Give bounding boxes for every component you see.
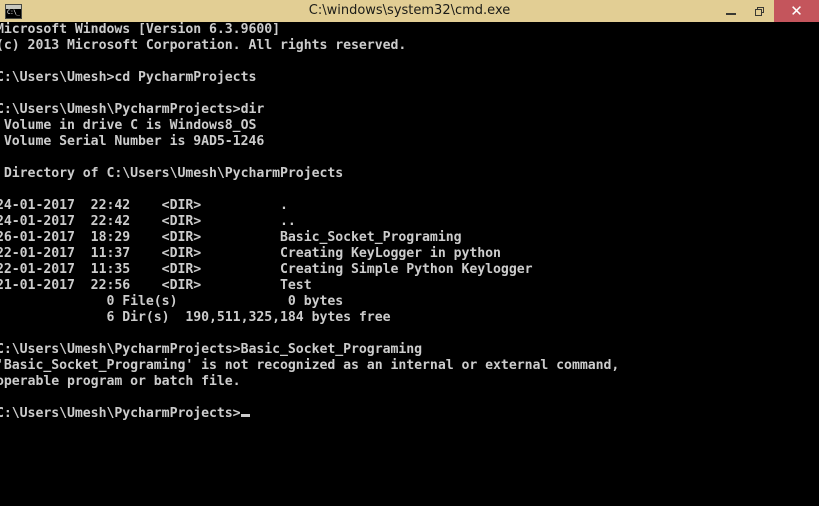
minimize-button[interactable]	[716, 0, 745, 22]
console-text: Microsoft Windows [Version 6.3.9600] (c) …	[0, 22, 819, 422]
console-line: C:\Users\Umesh>cd PycharmProjects	[0, 70, 257, 85]
console-line: Directory of C:\Users\Umesh\PycharmProje…	[0, 166, 344, 181]
close-icon: ✕	[790, 1, 803, 20]
console-line: 24-01-2017 22:42 <DIR> ..	[0, 214, 296, 229]
window-title: C:\windows\system32\cmd.exe	[308, 3, 511, 18]
title-bar[interactable]: C:\_ C:\windows\system32\cmd.exe ✕	[0, 0, 819, 22]
console-line: 26-01-2017 18:29 <DIR> Basic_Socket_Prog…	[0, 230, 462, 245]
cmd-console-icon: C:\_	[5, 4, 22, 19]
console-line: Volume in drive C is Windows8_OS	[0, 118, 257, 133]
cmd-window: C:\_ C:\windows\system32\cmd.exe ✕ Micro…	[0, 0, 819, 506]
console-line: operable program or batch file.	[0, 374, 241, 389]
close-button[interactable]: ✕	[774, 0, 819, 22]
minimize-icon	[725, 13, 736, 15]
console-output-area[interactable]: Microsoft Windows [Version 6.3.9600] (c) …	[0, 22, 819, 506]
console-line: 22-01-2017 11:37 <DIR> Creating KeyLogge…	[0, 246, 501, 261]
console-line: (c) 2013 Microsoft Corporation. All righ…	[0, 38, 407, 53]
icon-prompt-text: C:\_	[7, 9, 20, 16]
console-line: C:\Users\Umesh\PycharmProjects>Basic_Soc…	[0, 342, 423, 357]
console-line: 'Basic_Socket_Programing' is not recogni…	[0, 358, 620, 373]
console-line: C:\Users\Umesh\PycharmProjects>	[0, 406, 819, 422]
text-cursor	[240, 414, 250, 417]
console-line: 24-01-2017 22:42 <DIR> .	[0, 198, 288, 213]
console-line: Microsoft Windows [Version 6.3.9600]	[0, 22, 281, 37]
console-line: 22-01-2017 11:35 <DIR> Creating Simple P…	[0, 262, 533, 277]
window-controls: ✕	[716, 0, 819, 22]
console-line: 21-01-2017 22:56 <DIR> Test	[0, 278, 312, 293]
restore-icon	[755, 6, 764, 16]
restore-button[interactable]	[745, 0, 774, 22]
console-line: 0 File(s) 0 bytes	[0, 294, 344, 309]
console-line: Volume Serial Number is 9AD5-1246	[0, 134, 265, 149]
console-line: 6 Dir(s) 190,511,325,184 bytes free	[0, 310, 391, 325]
console-line: C:\Users\Umesh\PycharmProjects>dir	[0, 102, 265, 117]
